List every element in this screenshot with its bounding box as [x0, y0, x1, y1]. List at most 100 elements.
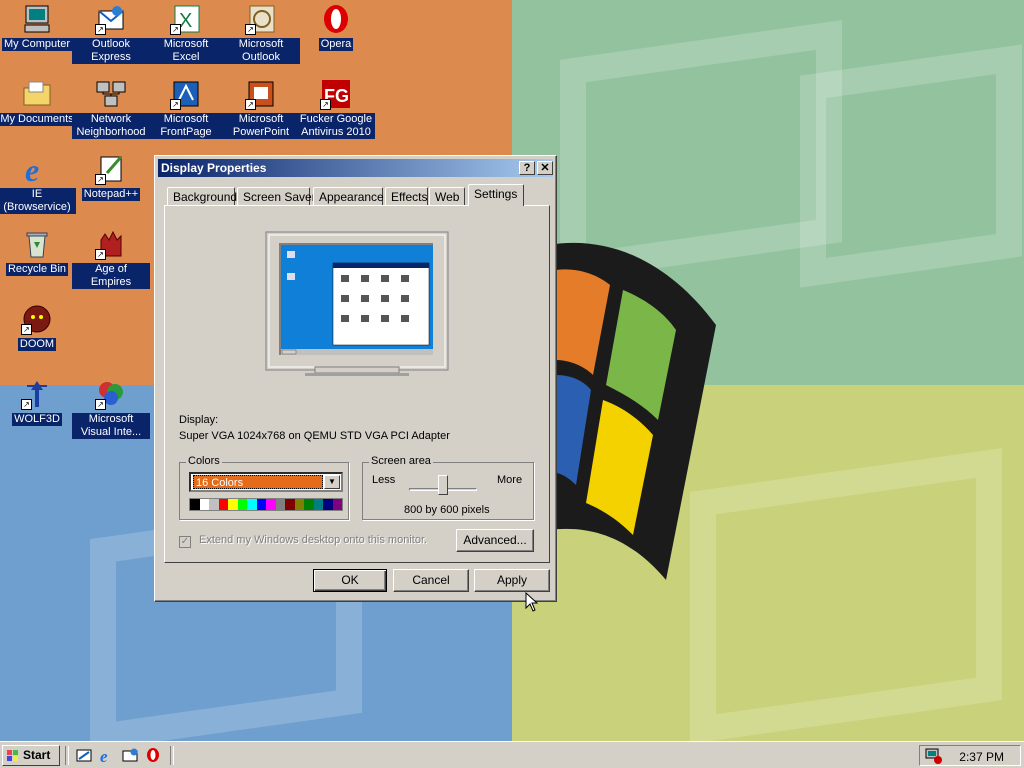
system-tray: 2:37 PM [919, 745, 1021, 766]
colors-group-title: Colors [186, 455, 222, 467]
outlook-icon: ↗ [245, 3, 277, 35]
icon-label: My Documents [0, 113, 76, 126]
desktop-icon-excel[interactable]: X ↗ Microsoft Excel [147, 3, 225, 64]
colors-dropdown[interactable]: 16 Colors ▼ [189, 472, 343, 492]
desktop-icon-age-of-empires[interactable]: ↗ Age of Empires [72, 228, 150, 289]
frontpage-icon: ↗ [170, 78, 202, 110]
powerpoint-icon: ↗ [245, 78, 277, 110]
icon-label: Microsoft Outlook [222, 38, 300, 64]
network-icon [95, 78, 127, 110]
desktop-icon-wolf3d[interactable]: ↗ WOLF3D [0, 378, 76, 426]
start-button[interactable]: Start [2, 745, 60, 766]
doom-icon: ↗ [21, 303, 53, 335]
antivirus-icon: FG ↗ [320, 78, 352, 110]
desktop-icon-opera[interactable]: Opera [297, 3, 375, 51]
icon-label: Opera [318, 38, 354, 51]
visual-interdev-icon: ↗ [95, 378, 127, 410]
desktop-icon-ie[interactable]: e IE (Browservice) [0, 152, 76, 214]
wallpaper-pattern [800, 44, 1022, 288]
recycle-bin-icon [21, 228, 53, 260]
icon-label: Microsoft FrontPage [147, 113, 225, 139]
opera-quicklaunch-icon[interactable] [145, 747, 161, 763]
apply-button[interactable]: Apply [474, 569, 550, 592]
notepad-icon: ↗ [95, 153, 127, 185]
colors-selected-value: 16 Colors [193, 475, 323, 489]
desktop-icon-outlook[interactable]: ↗ Microsoft Outlook [222, 3, 300, 64]
display-properties-dialog: Display Properties ? ✕ Background Screen… [154, 155, 557, 602]
screen-area-group-title: Screen area [369, 455, 433, 467]
ie-quicklaunch-icon[interactable]: e [99, 747, 115, 763]
desktop-icon-outlook-express[interactable]: ↗ Outlook Express [72, 3, 150, 64]
icon-label: Fucker Google Antivirus 2010 [297, 113, 375, 139]
windows-logo [548, 242, 716, 580]
icon-label: Outlook Express [72, 38, 150, 64]
ok-button[interactable]: OK [313, 569, 387, 592]
tab-background[interactable]: Background [167, 187, 237, 205]
icon-label: Notepad++ [81, 188, 141, 201]
slider-more-label: More [497, 474, 523, 486]
start-label: Start [23, 748, 51, 762]
desktop-icon-my-documents[interactable]: My Documents [0, 78, 76, 126]
tab-effects[interactable]: Effects [385, 187, 428, 205]
outlook-express-quicklaunch-icon[interactable] [122, 747, 138, 763]
tab-settings[interactable]: Settings [468, 184, 524, 206]
taskbar: Start e 2:37 PM [0, 741, 1024, 768]
cancel-button[interactable]: Cancel [393, 569, 469, 592]
show-desktop-icon[interactable] [76, 747, 92, 763]
tab-web[interactable]: Web [429, 187, 465, 205]
taskbar-separator [65, 746, 69, 765]
chevron-down-icon[interactable]: ▼ [324, 475, 340, 489]
computer-icon [21, 3, 53, 35]
svg-text:e: e [25, 153, 39, 185]
advanced-button[interactable]: Advanced... [456, 529, 534, 552]
screen-area-slider-thumb[interactable] [438, 475, 448, 495]
icon-label: Network Neighborhood [72, 113, 150, 139]
tab-appearance[interactable]: Appearance [313, 187, 384, 205]
close-button[interactable]: ✕ [537, 161, 553, 175]
icon-label: IE (Browservice) [0, 188, 76, 214]
icon-label: Microsoft Excel [147, 38, 225, 64]
icon-label: DOOM [17, 338, 57, 351]
desktop-icon-powerpoint[interactable]: ↗ Microsoft PowerPoint [222, 78, 300, 139]
display-adapter-value: Super VGA 1024x768 on QEMU STD VGA PCI A… [179, 430, 450, 442]
icon-label: Recycle Bin [5, 263, 69, 276]
age-of-empires-icon: ↗ [95, 228, 127, 260]
resolution-label: 800 by 600 pixels [404, 504, 490, 516]
desktop-icon-frontpage[interactable]: ↗ Microsoft FrontPage [147, 78, 225, 139]
desktop-icon-doom[interactable]: ↗ DOOM [0, 303, 76, 351]
wolf3d-icon: ↗ [21, 378, 53, 410]
extend-desktop-checkbox[interactable]: ✓ [179, 536, 191, 548]
desktop-icon-antivirus[interactable]: FG ↗ Fucker Google Antivirus 2010 [297, 78, 375, 139]
icon-label: Age of Empires [72, 263, 150, 289]
clock[interactable]: 2:37 PM [959, 750, 1004, 764]
desktop-icon-visual-interdev[interactable]: ↗ Microsoft Visual Inte... [72, 378, 150, 439]
display-label: Display: [179, 414, 219, 426]
outlook-express-icon: ↗ [95, 3, 127, 35]
display-settings-tray-icon[interactable] [925, 748, 943, 764]
desktop-icon-network[interactable]: Network Neighborhood [72, 78, 150, 139]
help-button[interactable]: ? [519, 161, 535, 175]
excel-icon: X ↗ [170, 3, 202, 35]
desktop-icon-my-computer[interactable]: My Computer [0, 3, 76, 51]
monitor-preview [265, 231, 449, 376]
taskbar-separator [170, 746, 174, 765]
color-palette-preview [189, 498, 343, 511]
svg-text:X: X [179, 10, 192, 32]
desktop-icon-notepad[interactable]: ↗ Notepad++ [72, 153, 150, 201]
extend-desktop-label: Extend my Windows desktop onto this moni… [199, 534, 428, 546]
desktop-icon-recycle-bin[interactable]: Recycle Bin [0, 228, 76, 276]
folder-icon [21, 78, 53, 110]
ie-icon: e [21, 152, 53, 188]
wallpaper-pattern [690, 448, 1002, 741]
icon-label: Microsoft PowerPoint [222, 113, 300, 139]
slider-less-label: Less [372, 474, 396, 486]
dialog-title: Display Properties [161, 161, 267, 175]
icon-label: WOLF3D [12, 413, 62, 426]
svg-text:e: e [100, 747, 108, 763]
screen-area-group: Screen area Less More 800 by 600 pixels [362, 455, 534, 520]
tab-screen-saver[interactable]: Screen Saver [237, 187, 316, 205]
icon-label: My Computer [1, 38, 73, 51]
mouse-cursor-icon [525, 592, 539, 612]
dialog-titlebar[interactable]: Display Properties ? ✕ [158, 159, 553, 177]
windows-flag-icon [7, 750, 18, 761]
